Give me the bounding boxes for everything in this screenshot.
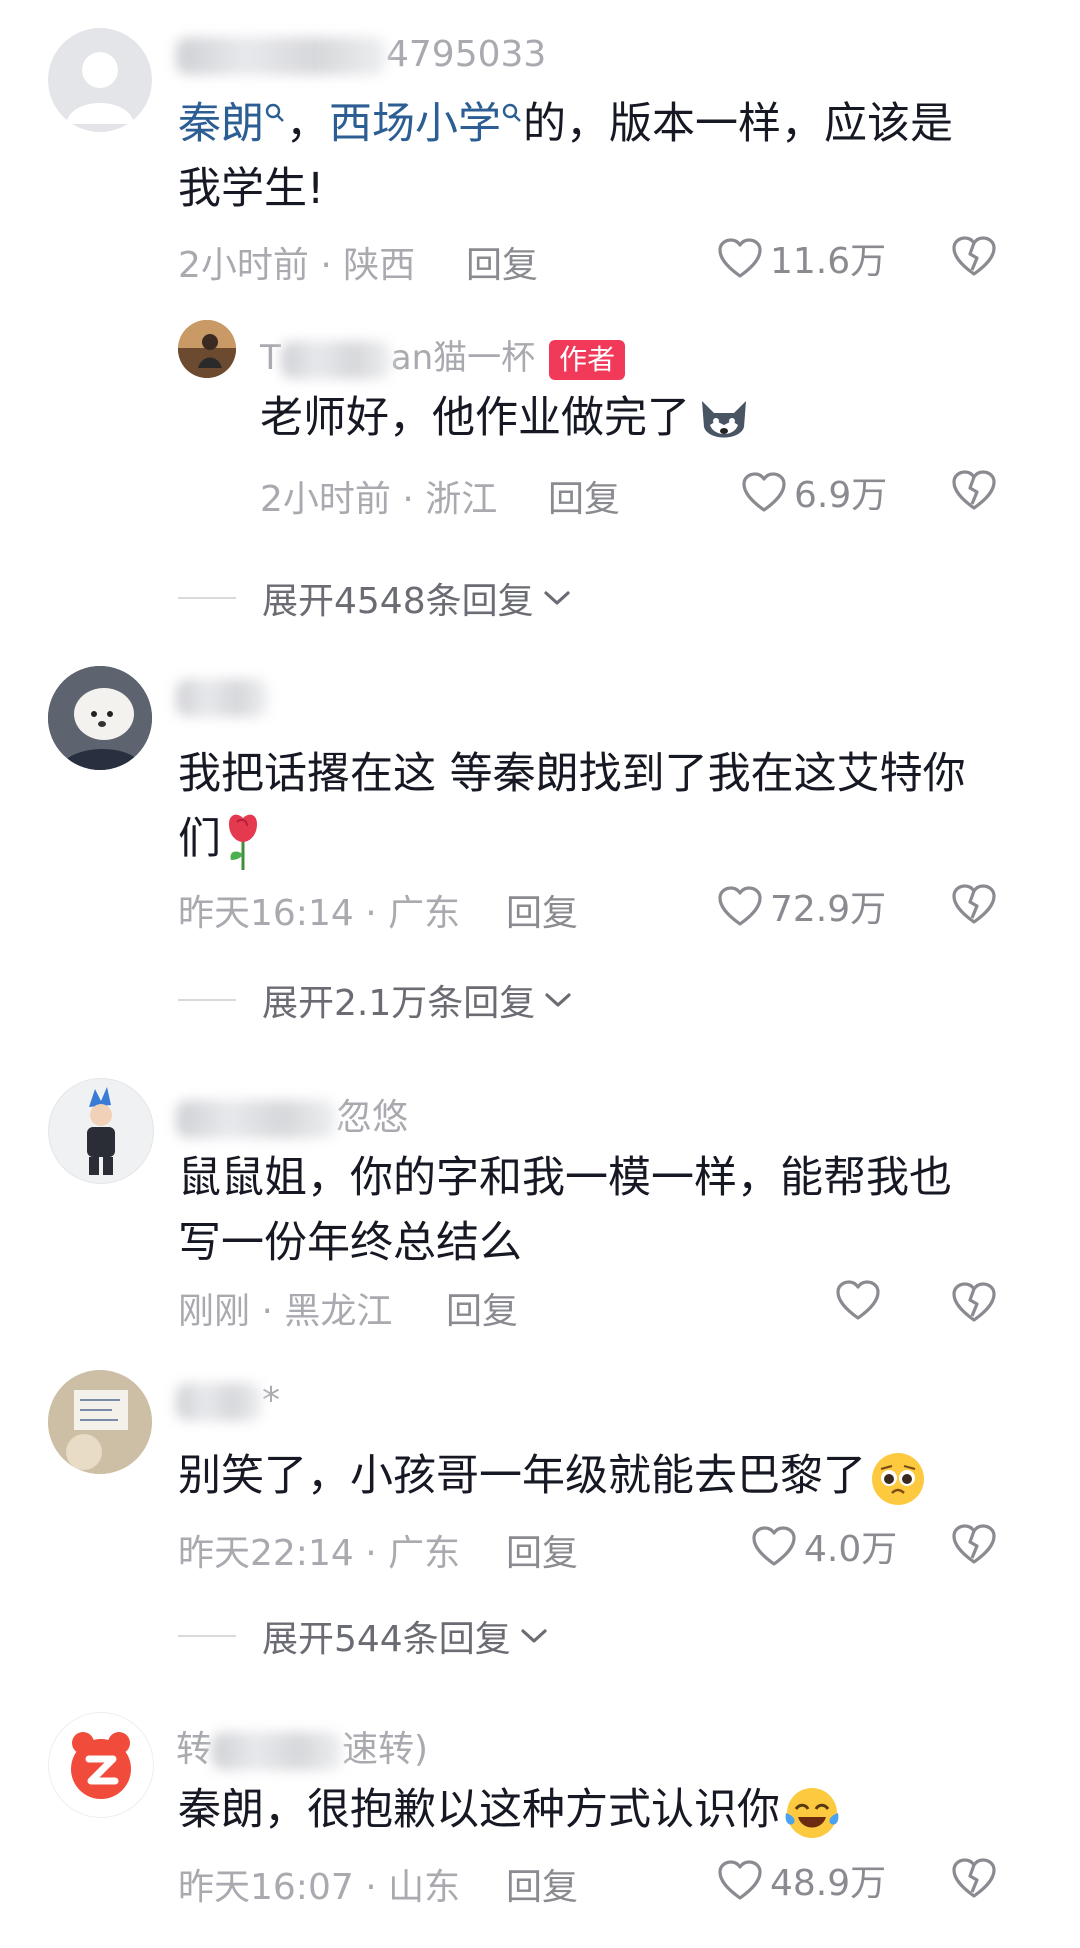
broken-heart-icon	[952, 1282, 996, 1322]
dislike-button[interactable]	[950, 234, 998, 278]
pleading-face-emoji	[872, 1452, 924, 1505]
like-button[interactable]: 6.9万	[740, 466, 887, 518]
broken-heart-icon	[952, 1858, 996, 1898]
like-count: 4.0万	[804, 1529, 898, 1570]
search-mini-icon	[502, 103, 521, 122]
expand-replies[interactable]: 展开544条回复	[178, 1610, 549, 1662]
username[interactable]: 忽悠	[176, 1088, 408, 1140]
heart-outline-icon	[718, 1860, 762, 1900]
topic-link-qinlang[interactable]: 秦朗	[178, 99, 286, 149]
username[interactable]: *	[176, 1380, 280, 1421]
tears-of-joy-emoji	[785, 1787, 839, 1838]
divider	[178, 1635, 236, 1637]
avatar[interactable]	[178, 320, 236, 378]
like-button[interactable]	[834, 1278, 882, 1322]
wolf-emoji	[702, 400, 746, 437]
chevron-down-icon	[545, 993, 571, 1007]
comment-text: 鼠鼠姐，你的字和我一模一样，能帮我也 写一份年终总结么	[178, 1153, 952, 1268]
blurred-username	[212, 1732, 343, 1770]
avatar[interactable]	[48, 1712, 154, 1818]
time-location: 昨天22:14 · 广东	[178, 1533, 461, 1574]
comment-text: 老师好，他作业做完了	[260, 386, 754, 451]
blurred-username	[176, 1383, 262, 1421]
avatar[interactable]	[48, 28, 152, 132]
heart-outline-icon	[742, 472, 786, 512]
heart-outline-icon	[752, 1526, 796, 1566]
heart-outline-icon	[718, 238, 762, 278]
like-button[interactable]: 48.9万	[716, 1854, 886, 1906]
blurred-username	[176, 679, 268, 717]
expand-replies[interactable]: 展开2.1万条回复	[178, 974, 573, 1026]
heart-outline-icon	[718, 886, 762, 926]
like-button[interactable]: 72.9万	[716, 880, 886, 932]
rose-emoji	[229, 814, 257, 870]
reply-button[interactable]: 回复	[466, 236, 538, 288]
search-mini-icon	[265, 103, 284, 122]
blurred-username	[176, 37, 386, 75]
heart-outline-icon	[836, 1280, 880, 1320]
dislike-button[interactable]	[950, 1522, 998, 1566]
chevron-down-icon	[544, 591, 570, 605]
broken-heart-icon	[952, 236, 996, 276]
like-count: 11.6万	[770, 241, 887, 282]
username[interactable]: 转速转)	[176, 1720, 428, 1772]
topic-link-school[interactable]: 西场小学	[329, 99, 523, 149]
reply-button[interactable]: 回复	[506, 1858, 578, 1910]
time-location: 昨天16:14 · 广东	[178, 893, 461, 934]
broken-heart-icon	[952, 1524, 996, 1564]
comment-text: 我把话撂在这 等秦朗找到了我在这艾特你们	[178, 742, 1018, 872]
chevron-down-icon	[521, 1629, 547, 1643]
like-button[interactable]: 11.6万	[716, 232, 886, 284]
like-count: 6.9万	[794, 475, 888, 516]
like-button[interactable]: 4.0万	[750, 1520, 897, 1572]
xiaohongshu-logo	[71, 1732, 131, 1799]
time-location: 昨天16:07 · 山东	[178, 1867, 461, 1908]
like-count: 72.9万	[770, 889, 887, 930]
blurred-username	[280, 340, 391, 379]
avatar[interactable]	[48, 666, 152, 770]
avatar[interactable]	[48, 1370, 152, 1474]
time-location: 2小时前 · 陕西	[178, 245, 416, 286]
comment-text: 秦朗 ，西场小学 的，版本一样，应该是 我学生!	[178, 99, 953, 214]
dislike-button[interactable]	[950, 882, 998, 926]
broken-heart-icon	[952, 884, 996, 924]
divider	[178, 999, 236, 1001]
avatar[interactable]	[48, 1078, 154, 1184]
dislike-button[interactable]	[950, 1280, 998, 1324]
time-location: 刚刚 · 黑龙江	[178, 1291, 393, 1332]
username[interactable]: Tan猫一杯 作者	[260, 330, 626, 380]
expand-replies[interactable]: 展开4548条回复	[178, 572, 572, 624]
dislike-button[interactable]	[950, 468, 998, 512]
dislike-button[interactable]	[950, 1856, 998, 1900]
reply-button[interactable]: 回复	[506, 1524, 578, 1576]
like-count: 48.9万	[770, 1863, 887, 1904]
comment-text: 别笑了，小孩哥一年级就能去巴黎了	[178, 1444, 928, 1509]
divider	[178, 597, 236, 599]
username[interactable]	[176, 676, 268, 717]
comment-text: 秦朗，很抱歉以这种方式认识你	[178, 1778, 842, 1843]
reply-button[interactable]: 回复	[548, 470, 620, 522]
reply-button[interactable]: 回复	[506, 884, 578, 936]
time-location: 2小时前 · 浙江	[260, 479, 498, 520]
reply-button[interactable]: 回复	[446, 1282, 518, 1334]
author-badge: 作者	[549, 339, 626, 380]
blurred-username	[176, 1100, 336, 1138]
broken-heart-icon	[952, 470, 996, 510]
username[interactable]: 4795033	[176, 34, 546, 75]
